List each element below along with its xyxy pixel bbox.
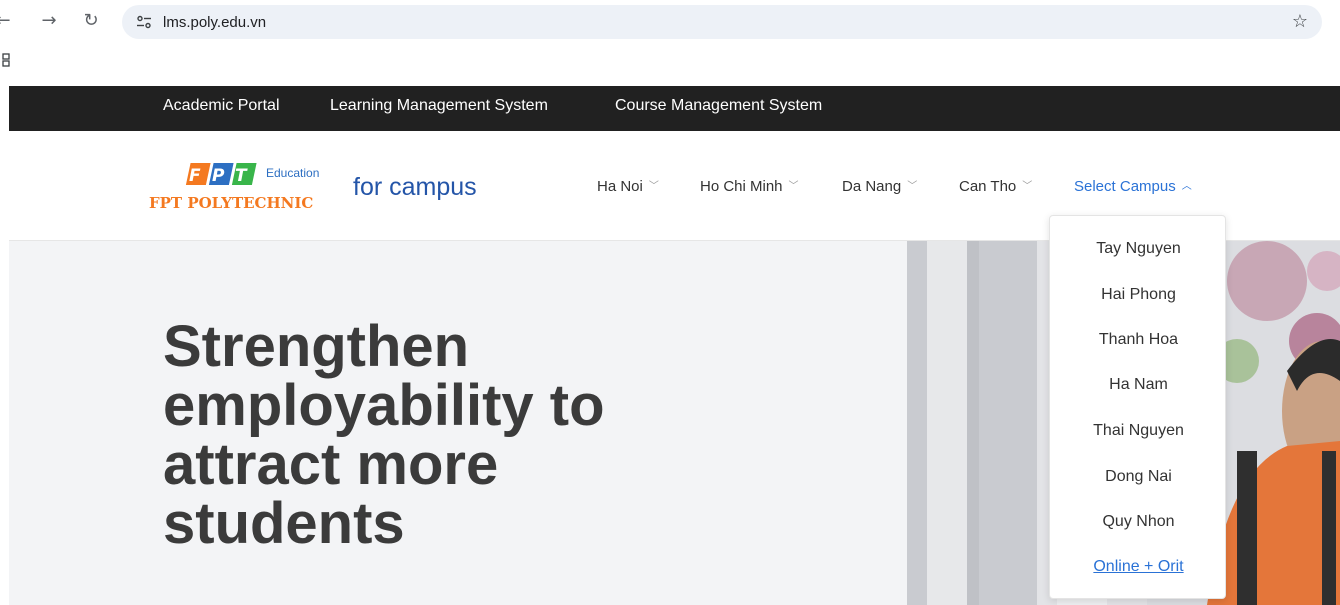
chevron-up-icon: ︿ [1181, 181, 1192, 192]
arrow-right-icon[interactable]: → [38, 10, 60, 32]
campus-label: Ho Chi Minh [700, 178, 783, 195]
logo-polytechnic-text: FPT POLYTECHNIC [149, 194, 313, 212]
campus-menu-can-tho[interactable]: Can Tho ﹀ [959, 178, 1032, 195]
address-bar[interactable]: lms.poly.edu.vn ☆ [122, 5, 1322, 39]
chevron-down-icon: ﹀ [1022, 181, 1033, 192]
dropdown-item-hai-phong[interactable]: Hai Phong [1050, 286, 1227, 304]
tune-icon[interactable] [136, 14, 152, 30]
tagline: for campus [353, 173, 477, 201]
hero-title-line: students [163, 491, 405, 556]
select-campus-label: Select Campus [1074, 178, 1176, 195]
campus-menu-ha-noi[interactable]: Ha Noi ﹀ [597, 178, 659, 195]
select-campus-menu[interactable]: Select Campus ︿ [1074, 178, 1192, 195]
hero-title-line: Strengthen [163, 314, 470, 379]
dropdown-item-tay-nguyen[interactable]: Tay Nguyen [1050, 240, 1227, 258]
nav-course-management-system[interactable]: Course Management System [615, 97, 822, 115]
browser-toolbar: ← → ↻ lms.poly.edu.vn ☆ [0, 0, 1340, 44]
campus-menu-da-nang[interactable]: Da Nang ﹀ [842, 178, 917, 195]
hero-title: Strengthen employability to attract more… [163, 317, 783, 553]
chevron-down-icon: ﹀ [788, 181, 799, 192]
logo-letter: P [212, 166, 225, 186]
dropdown-item-thai-nguyen[interactable]: Thai Nguyen [1050, 422, 1227, 440]
bookmarks-icon[interactable] [2, 53, 14, 67]
logo-letter: T [235, 166, 248, 186]
campus-menu-ho-chi-minh[interactable]: Ho Chi Minh ﹀ [700, 178, 799, 195]
url-text[interactable]: lms.poly.edu.vn [163, 14, 266, 31]
fpt-polytechnic-logo[interactable]: F P T Education FPT POLYTECHNIC [149, 161, 329, 213]
dropdown-item-quy-nhon[interactable]: Quy Nhon [1050, 513, 1227, 531]
reload-icon[interactable]: ↻ [80, 10, 102, 32]
logo-letter: F [189, 166, 201, 186]
dropdown-item-thanh-hoa[interactable]: Thanh Hoa [1050, 331, 1227, 349]
star-icon[interactable]: ☆ [1292, 11, 1308, 32]
chevron-down-icon: ﹀ [648, 181, 659, 192]
arrow-left-icon[interactable]: ← [0, 10, 14, 32]
hero-title-line: employability to [163, 373, 605, 438]
dropdown-item-ha-nam[interactable]: Ha Nam [1050, 376, 1227, 394]
campus-label: Can Tho [959, 178, 1017, 195]
nav-academic-portal[interactable]: Academic Portal [163, 97, 280, 115]
chevron-down-icon: ﹀ [907, 181, 918, 192]
campus-label: Ha Noi [597, 178, 643, 195]
campus-label: Da Nang [842, 178, 902, 195]
select-campus-dropdown: Tay Nguyen Hai Phong Thanh Hoa Ha Nam Th… [1049, 215, 1226, 599]
top-nav-bar: Academic Portal Learning Management Syst… [9, 86, 1340, 131]
logo-education-text: Education [266, 166, 319, 180]
dropdown-item-dong-nai[interactable]: Dong Nai [1050, 468, 1227, 486]
hero-title-line: attract more [163, 432, 499, 497]
nav-learning-management-system[interactable]: Learning Management System [330, 97, 548, 115]
dropdown-item-online-orit[interactable]: Online + Orit [1050, 558, 1227, 576]
